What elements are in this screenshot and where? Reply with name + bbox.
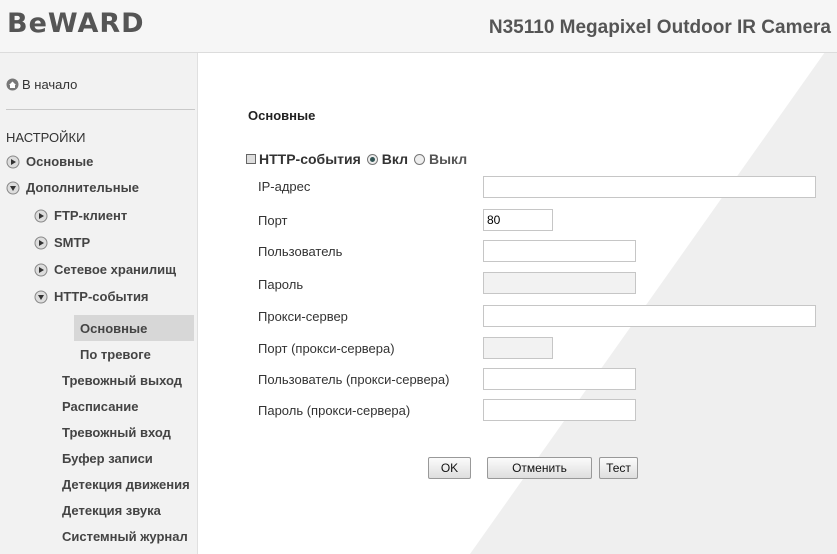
- arrow-right-icon: [34, 263, 48, 276]
- sidebar-item-label: Тревожный выход: [62, 373, 183, 388]
- page-title: Основные: [248, 108, 316, 123]
- sidebar-item-label: Сетевое хранилищ: [54, 262, 177, 277]
- sidebar-item-smtp[interactable]: SMTP: [34, 235, 90, 250]
- password-input[interactable]: [483, 272, 636, 294]
- sidebar-item-po-trevoge[interactable]: По тревоге: [80, 347, 151, 362]
- ip-address-input[interactable]: [483, 176, 816, 198]
- proxy-user-input[interactable]: [483, 368, 636, 390]
- sidebar-item-alarm-input[interactable]: Тревожный вход: [62, 425, 171, 440]
- sidebar-item-label: Детекция звука: [62, 503, 161, 518]
- sidebar-item-http-osnovnye[interactable]: Основные: [74, 315, 194, 341]
- port-input[interactable]: [483, 209, 553, 231]
- sidebar-item-sound-detection[interactable]: Детекция звука: [62, 503, 161, 518]
- cancel-button[interactable]: Отменить: [487, 457, 592, 479]
- home-link[interactable]: В начало: [6, 77, 77, 92]
- http-events-label: HTTP-события: [259, 151, 361, 167]
- home-label: В начало: [22, 77, 78, 92]
- sidebar-item-label: Буфер записи: [62, 451, 153, 466]
- arrow-down-icon: [6, 181, 20, 194]
- sidebar-item-record-buffer[interactable]: Буфер записи: [62, 451, 153, 466]
- http-events-off-label: Выкл: [428, 151, 468, 167]
- sidebar-item-schedule[interactable]: Расписание: [62, 399, 139, 414]
- sidebar-item-system-log[interactable]: Системный журнал: [62, 529, 188, 544]
- arrow-right-icon: [6, 155, 20, 168]
- proxy-port-label: Порт (прокси-сервера): [258, 341, 395, 356]
- sidebar-item-label: Системный журнал: [62, 529, 188, 544]
- sidebar-item-label: HTTP-события: [54, 289, 149, 304]
- settings-heading: НАСТРОЙКИ: [6, 130, 86, 145]
- http-events-row: HTTP-события Вкл Выкл: [246, 151, 467, 167]
- ok-button[interactable]: OK: [428, 457, 471, 479]
- proxy-server-input[interactable]: [483, 305, 816, 327]
- header: BeWARD N35110 Megapixel Outdoor IR Camer…: [0, 0, 837, 53]
- port-label: Порт: [258, 213, 288, 228]
- http-events-on-label: Вкл: [381, 151, 408, 167]
- http-events-checkbox[interactable]: [246, 154, 256, 164]
- sidebar-item-http-events[interactable]: HTTP-события: [34, 289, 149, 304]
- proxy-port-input[interactable]: [483, 337, 553, 359]
- test-button[interactable]: Тест: [599, 457, 638, 479]
- user-input[interactable]: [483, 240, 636, 262]
- sidebar-item-label: Расписание: [62, 399, 139, 414]
- http-events-on-radio[interactable]: [366, 153, 378, 165]
- sidebar-item-network-storage[interactable]: Сетевое хранилищ: [34, 262, 176, 277]
- sidebar-item-dopolnitelnye[interactable]: Дополнительные: [6, 180, 139, 195]
- sidebar-item-ftp-client[interactable]: FTP-клиент: [34, 208, 127, 223]
- sidebar-divider: [6, 109, 195, 110]
- http-events-off-radio[interactable]: [413, 153, 425, 165]
- camera-title: N35110 Megapixel Outdoor IR Camera: [488, 17, 831, 38]
- sidebar-item-label: SMTP: [54, 235, 91, 250]
- sidebar-item-label: По тревоге: [80, 347, 151, 362]
- sidebar-item-label: Дополнительные: [26, 180, 139, 195]
- proxy-user-label: Пользователь (прокси-сервера): [258, 372, 450, 387]
- ip-address-label: IP-адрес: [258, 179, 311, 194]
- home-icon: [6, 78, 19, 91]
- sidebar-item-label: Основные: [80, 320, 148, 336]
- proxy-password-input[interactable]: [483, 399, 636, 421]
- arrow-right-icon: [34, 236, 48, 249]
- sidebar-item-label: Основные: [26, 154, 94, 169]
- proxy-password-label: Пароль (прокси-сервера): [258, 403, 411, 418]
- sidebar-item-alarm-output[interactable]: Тревожный выход: [62, 373, 182, 388]
- sidebar-item-label: FTP-клиент: [54, 208, 128, 223]
- arrow-right-icon: [34, 209, 48, 222]
- sidebar-item-motion-detection[interactable]: Детекция движения: [62, 477, 190, 492]
- sidebar-item-label: Тревожный вход: [62, 425, 171, 440]
- beward-logo: BeWARD: [7, 8, 145, 39]
- arrow-down-icon: [34, 290, 48, 303]
- sidebar: В начало НАСТРОЙКИ Основные Дополнительн…: [0, 53, 198, 554]
- proxy-server-label: Прокси-сервер: [258, 309, 348, 324]
- password-label: Пароль: [258, 277, 304, 292]
- user-label: Пользователь: [258, 244, 343, 259]
- sidebar-item-osnovnye[interactable]: Основные: [6, 154, 93, 169]
- sidebar-item-label: Детекция движения: [62, 477, 190, 492]
